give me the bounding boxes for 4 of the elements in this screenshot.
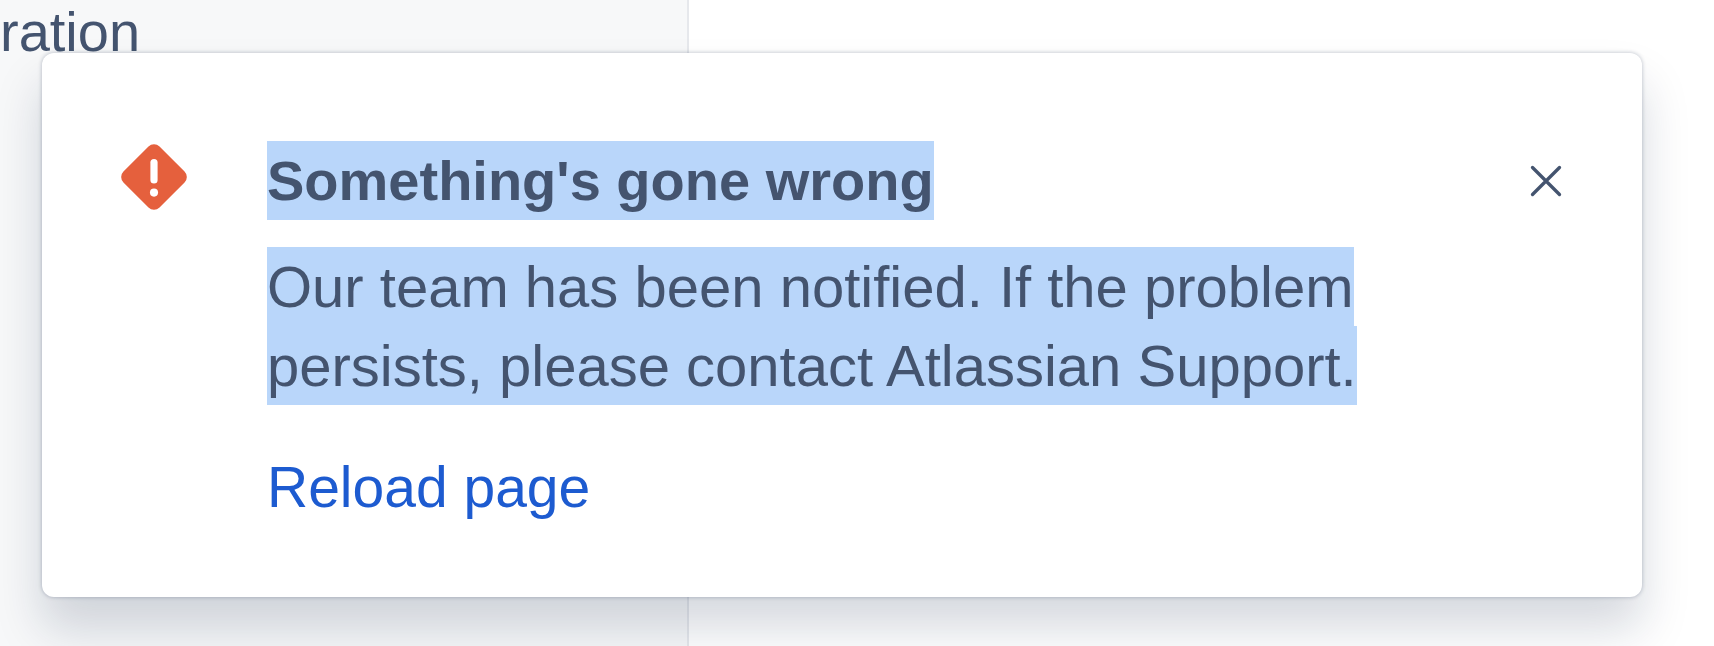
reload-page-link[interactable]: Reload page <box>267 447 591 527</box>
sidebar-label: ration <box>0 0 141 64</box>
close-icon <box>1528 163 1564 199</box>
flag-title: Something's gone wrong <box>267 141 934 220</box>
